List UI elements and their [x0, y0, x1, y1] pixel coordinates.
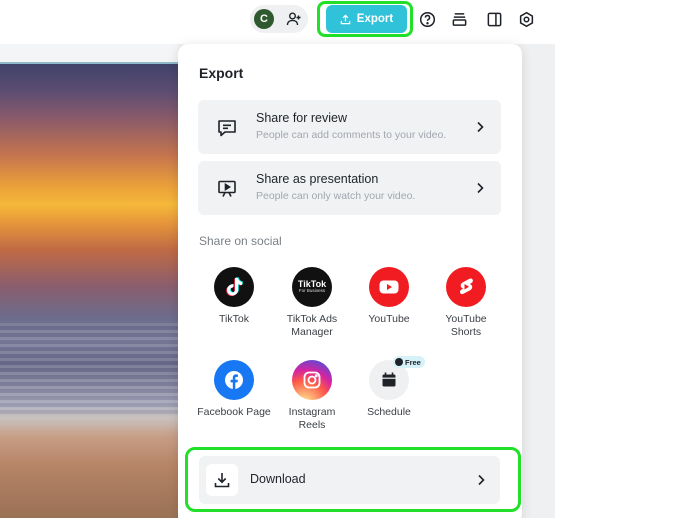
social-youtube[interactable]: YouTube	[352, 267, 426, 326]
tiktok-label: TikTok	[219, 313, 249, 325]
help-icon[interactable]	[417, 9, 437, 29]
add-user-icon[interactable]	[284, 9, 304, 29]
download-label: Download	[250, 472, 306, 486]
tiktok-business-icon: TikTok For Business	[292, 267, 332, 307]
download-option[interactable]: Download	[199, 456, 500, 504]
calendar-icon: Free	[369, 356, 425, 400]
download-icon	[206, 464, 238, 496]
social-schedule[interactable]: Free Schedule	[352, 356, 426, 419]
share-on-social-heading: Share on social	[199, 234, 282, 248]
instagram-label: Instagram Reels	[288, 406, 336, 431]
youtube-label: YouTube	[368, 313, 410, 325]
youtube-icon	[369, 267, 409, 307]
chevron-right-icon	[474, 473, 488, 487]
youtube-shorts-label: YouTube Shorts	[445, 313, 487, 338]
share-review-title: Share for review	[256, 111, 348, 125]
social-tiktok[interactable]: TikTok	[197, 267, 271, 326]
tiktok-business-logo-sub: For Business	[298, 288, 326, 294]
canvas-top-edge	[0, 44, 178, 62]
social-instagram-reels[interactable]: Instagram Reels	[275, 360, 349, 432]
chevron-right-icon	[473, 120, 487, 134]
free-badge-label: Free	[405, 357, 421, 367]
youtube-shorts-icon	[446, 267, 486, 307]
share-presentation-title: Share as presentation	[256, 172, 379, 186]
instagram-icon	[292, 360, 332, 400]
schedule-label: Schedule	[367, 406, 411, 418]
video-preview[interactable]	[0, 62, 178, 518]
tiktok-ads-label: TikTok Ads Manager	[286, 313, 338, 338]
user-avatar[interactable]: C	[254, 9, 274, 29]
facebook-label: Facebook Page	[197, 406, 271, 418]
social-youtube-shorts[interactable]: YouTube Shorts	[429, 267, 503, 339]
layers-icon[interactable]	[449, 9, 469, 29]
social-facebook-page[interactable]: Facebook Page	[197, 360, 271, 419]
chevron-right-icon	[473, 181, 487, 195]
settings-icon[interactable]	[516, 9, 536, 29]
presentation-icon	[216, 178, 238, 200]
free-badge-icon	[395, 358, 403, 366]
share-as-presentation-option[interactable]: Share as presentation People can only wa…	[198, 161, 501, 215]
export-label: Export	[356, 13, 394, 25]
share-for-review-option[interactable]: Share for review People can add comments…	[198, 100, 501, 154]
share-review-subtitle: People can add comments to your video.	[256, 129, 447, 141]
upload-icon	[340, 13, 351, 24]
facebook-icon	[214, 360, 254, 400]
export-button[interactable]: Export	[326, 5, 407, 33]
share-presentation-subtitle: People can only watch your video.	[256, 190, 416, 202]
layout-icon[interactable]	[484, 9, 504, 29]
top-bar: C Export	[0, 0, 700, 44]
free-badge: Free	[393, 356, 425, 368]
tiktok-icon	[214, 267, 254, 307]
comment-icon	[216, 117, 238, 139]
social-tiktok-ads-manager[interactable]: TikTok For Business TikTok Ads Manager	[275, 267, 349, 339]
panel-title: Export	[199, 65, 244, 81]
